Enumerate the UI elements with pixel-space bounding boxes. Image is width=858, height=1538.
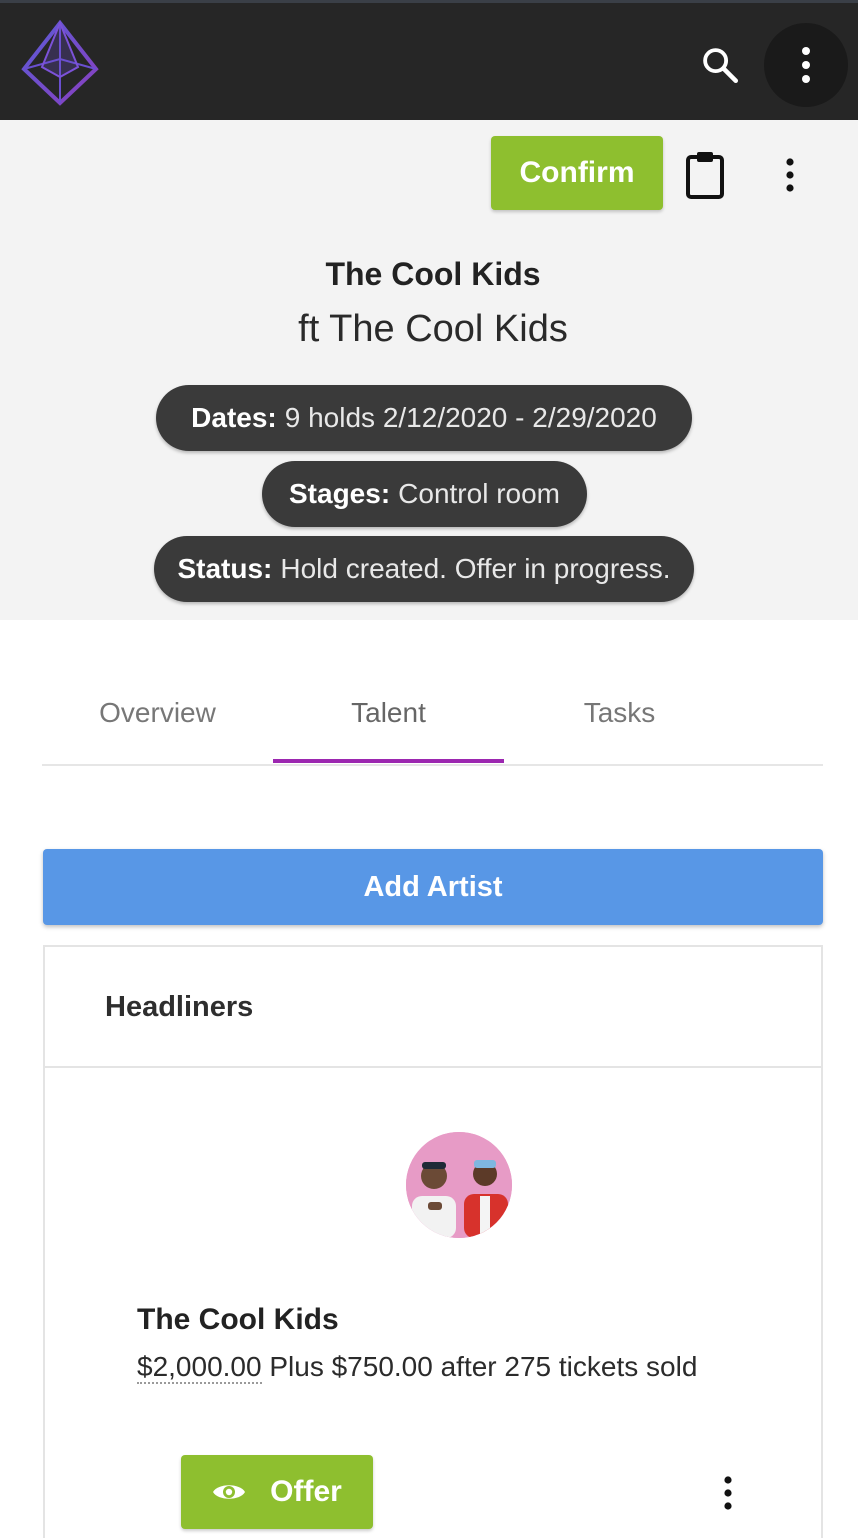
app-bar — [0, 0, 858, 120]
add-artist-button[interactable]: Add Artist — [43, 849, 823, 925]
tab-tasks[interactable]: Tasks — [504, 672, 735, 764]
confirm-button[interactable]: Confirm — [491, 136, 663, 210]
deal-bonus-text: Plus $750.00 after 275 tickets sold — [261, 1351, 698, 1382]
section-title: Headliners — [105, 991, 254, 1023]
stages-label: Stages: — [289, 478, 391, 509]
status-label: Status: — [177, 553, 273, 584]
search-button[interactable] — [694, 39, 746, 91]
status-value: Hold created. Offer in progress. — [280, 553, 671, 584]
clipboard-button[interactable] — [682, 150, 728, 200]
card-header: Headliners — [45, 947, 821, 1068]
header-more-button[interactable] — [770, 150, 810, 200]
tab-bar: Overview Talent Tasks Re — [42, 672, 823, 766]
guarantee-amount[interactable]: $2,000.00 — [137, 1351, 262, 1384]
event-title: The Cool Kids — [325, 256, 541, 292]
dates-value: 9 holds 2/12/2020 - 2/29/2020 — [284, 402, 657, 433]
artist-more-button[interactable] — [708, 1468, 748, 1518]
search-icon — [703, 48, 739, 84]
tab-overview[interactable]: Overview — [42, 672, 273, 764]
eye-icon — [213, 1485, 246, 1499]
headliners-card: Headliners — [43, 945, 823, 1538]
more-vert-icon — [724, 1476, 732, 1510]
artist-name: The Cool Kids — [137, 1303, 339, 1336]
offer-label: Offer — [270, 1475, 342, 1508]
app-menu-button[interactable] — [764, 23, 848, 107]
stages-value: Control room — [398, 478, 560, 509]
tab-re[interactable]: Re — [735, 672, 823, 764]
more-vert-icon — [802, 47, 810, 83]
more-vert-icon — [786, 158, 794, 192]
artist-deal-terms: $2,000.00 Plus $750.00 after 275 tickets… — [137, 1351, 698, 1384]
stages-pill: Stages: Control room — [262, 461, 587, 527]
dates-label: Dates: — [191, 402, 277, 433]
clipboard-icon — [686, 152, 724, 199]
artist-photo — [406, 1132, 512, 1238]
dates-pill: Dates: 9 holds 2/12/2020 - 2/29/2020 — [156, 385, 692, 451]
tab-talent[interactable]: Talent — [273, 672, 504, 764]
pyramid-logo-icon[interactable] — [20, 19, 100, 107]
event-subtitle: ft The Cool Kids — [298, 308, 568, 350]
avatar — [406, 1132, 512, 1238]
offer-button[interactable]: Offer — [181, 1455, 373, 1529]
status-pill: Status: Hold created. Offer in progress. — [154, 536, 694, 602]
tab-indicator — [273, 759, 504, 763]
